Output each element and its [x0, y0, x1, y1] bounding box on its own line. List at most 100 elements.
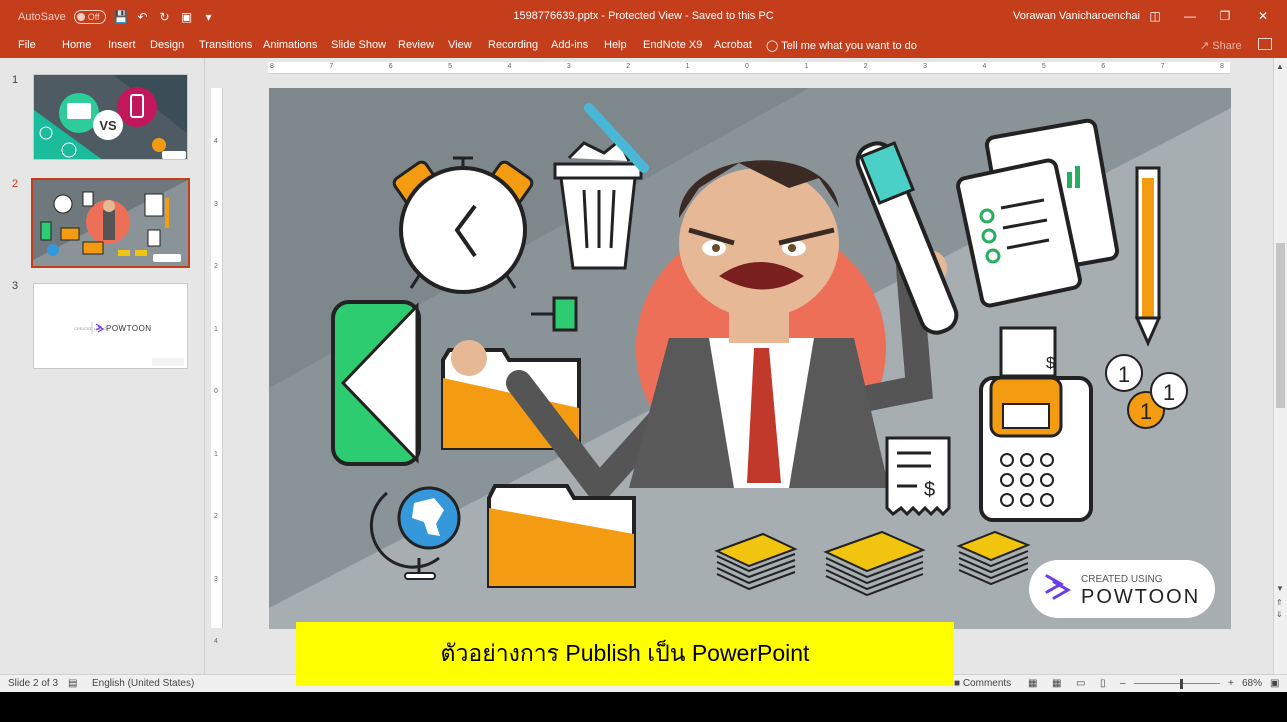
close-icon[interactable]: ✕ [1248, 6, 1278, 26]
tab-help[interactable]: Help [604, 39, 627, 51]
ruler-tick-label: 0 [214, 388, 218, 395]
customize-qat-icon[interactable]: ▾ [202, 10, 216, 24]
scrollbar-thumb[interactable] [1276, 243, 1285, 408]
pencil-icon [1134, 166, 1162, 347]
ruler-tick-label: 0 [745, 63, 749, 70]
slide-sorter-icon[interactable]: ▦ [1052, 678, 1061, 689]
tab-view[interactable]: View [448, 39, 472, 51]
slide-number-1: 1 [12, 74, 19, 86]
reading-view-icon[interactable]: ▭ [1076, 678, 1085, 689]
lightbulb-icon: ◯ [766, 40, 779, 52]
ruler-tick-label: 3 [214, 200, 218, 208]
ribbon-display-icon[interactable]: ◫ [1140, 6, 1170, 26]
undo-icon[interactable]: ↶ [136, 10, 150, 24]
user-name[interactable]: Vorawan Vanicharoenchai [1013, 10, 1140, 22]
ruler-tick-label: 1 [685, 63, 690, 70]
thumbnail-vs-text: VS [99, 118, 117, 133]
tab-endnote[interactable]: EndNote X9 [643, 39, 702, 51]
next-slide-icon[interactable]: ⇓ [1276, 610, 1283, 619]
share-button[interactable]: ↗ Share [1200, 39, 1242, 52]
thumbnail-2-art [33, 180, 188, 266]
tab-animations[interactable]: Animations [263, 39, 317, 51]
envelope-icon [331, 300, 421, 466]
created-using-powtoon-badge: CREATED USING POWTOON [1029, 560, 1215, 618]
folder-bottom-icon [487, 484, 636, 588]
minimize-icon[interactable]: — [1175, 6, 1205, 26]
zoom-level[interactable]: 68% [1242, 678, 1262, 689]
receipt-dollar: $ [924, 479, 935, 501]
scroll-up-icon[interactable]: ▲ [1276, 62, 1284, 71]
coin-3: 1 [1140, 399, 1152, 424]
present-icon[interactable]: ▣ [180, 10, 194, 24]
caption-banner: ตัวอย่างการ Publish เป็น PowerPoint [296, 622, 954, 686]
slide-thumbnails-pane: 1 VS 2 3 CREATED USING POWTOON [0, 58, 205, 674]
tab-home[interactable]: Home [62, 39, 91, 51]
ruler-tick-label: 4 [982, 63, 987, 70]
ruler-tick-label: 4 [214, 638, 218, 645]
spelling-icon[interactable]: ▤ [68, 678, 77, 689]
zoom-slider-thumb[interactable] [1180, 679, 1183, 689]
slide-canvas[interactable]: $ $ 1 1 1 CREATED USING POWTOON [269, 88, 1231, 629]
autosave-toggle[interactable]: Off [73, 10, 106, 24]
tab-insert[interactable]: Insert [108, 39, 136, 51]
ruler-tick-label: 8 [270, 63, 274, 70]
comments-button[interactable]: ■ Comments [954, 678, 1011, 689]
slide-thumbnail-2[interactable] [31, 178, 190, 268]
previous-slide-icon[interactable]: ⇑ [1276, 598, 1283, 607]
tab-review[interactable]: Review [398, 39, 434, 51]
redo-icon[interactable]: ↻ [158, 10, 172, 24]
share-icon: ↗ [1200, 40, 1210, 52]
vertical-ruler: 4 3 2 1 0 1 2 3 4 [211, 88, 223, 645]
restore-icon[interactable]: ❐ [1210, 6, 1240, 26]
tab-add-ins[interactable]: Add-ins [551, 39, 588, 51]
ruler-tick-label: 8 [1220, 63, 1224, 70]
slideshow-view-icon[interactable]: ▯ [1100, 678, 1106, 689]
slide-number-2: 2 [12, 178, 19, 190]
tab-acrobat[interactable]: Acrobat [714, 39, 752, 51]
tab-slide-show[interactable]: Slide Show [331, 39, 386, 51]
toggle-knob [76, 13, 85, 21]
tell-me-label: Tell me what you want to do [781, 40, 917, 52]
title-bar: AutoSave Off 💾 ↶ ↻ ▣ ▾ 1598776639.pptx -… [0, 0, 1287, 34]
slide-artwork: $ $ 1 1 1 CREATED USING POWTOON [269, 88, 1231, 629]
thumbnail-3-art: CREATED USING POWTOON [34, 284, 187, 368]
ruler-tick-label: 5 [448, 63, 453, 70]
tell-me-search[interactable]: ◯ Tell me what you want to do [766, 39, 917, 52]
ruler-tick-label: 1 [214, 450, 218, 458]
ruler-tick-label: 6 [388, 63, 393, 70]
fit-to-window-icon[interactable]: ▣ [1270, 678, 1279, 689]
scroll-down-icon[interactable]: ▼ [1276, 584, 1284, 593]
screen: AutoSave Off 💾 ↶ ↻ ▣ ▾ 1598776639.pptx -… [0, 0, 1287, 722]
ruler-tick-label: 1 [214, 325, 218, 333]
comments-icon[interactable] [1258, 38, 1272, 50]
zoom-out-icon[interactable]: – [1120, 678, 1126, 689]
comments-label: Comments [962, 678, 1012, 689]
ruler-tick-label: 2 [626, 63, 631, 70]
zoom-in-icon[interactable]: + [1228, 678, 1234, 689]
save-icon[interactable]: 💾 [114, 10, 129, 24]
ribbon-tabs: File Home Insert Design Transitions Anim… [0, 34, 1287, 58]
normal-view-icon[interactable]: ▦ [1028, 678, 1037, 689]
slide-thumbnail-3[interactable]: CREATED USING POWTOON [33, 283, 188, 369]
ruler-tick-label: 2 [214, 513, 218, 520]
ruler-tick-label: 7 [1160, 63, 1165, 70]
vertical-scrollbar[interactable]: ▲ ▼ ⇑ ⇓ [1273, 58, 1287, 674]
tab-transitions[interactable]: Transitions [199, 39, 252, 51]
tab-file[interactable]: File [18, 39, 36, 51]
ruler-tick-label: 2 [214, 263, 218, 270]
comment-icon: ■ [954, 678, 961, 689]
language-indicator[interactable]: English (United States) [92, 678, 194, 689]
tab-recording[interactable]: Recording [488, 39, 538, 51]
slide-thumbnail-1[interactable]: VS [33, 74, 188, 160]
ruler-tick-label: 6 [1101, 63, 1106, 70]
ruler-tick-label: 4 [507, 63, 512, 70]
ruler-tick-label: 2 [863, 63, 868, 70]
slide-counter: Slide 2 of 3 [8, 678, 59, 689]
zoom-slider[interactable] [1134, 683, 1220, 684]
quick-access-toolbar: AutoSave Off 💾 ↶ ↻ ▣ ▾ [18, 10, 216, 24]
coin-1: 1 [1118, 362, 1130, 387]
slide-number-3: 3 [12, 280, 19, 292]
receipt-icon: $ [885, 436, 951, 517]
ruler-tick-label: 5 [1041, 63, 1046, 70]
tab-design[interactable]: Design [150, 39, 184, 51]
